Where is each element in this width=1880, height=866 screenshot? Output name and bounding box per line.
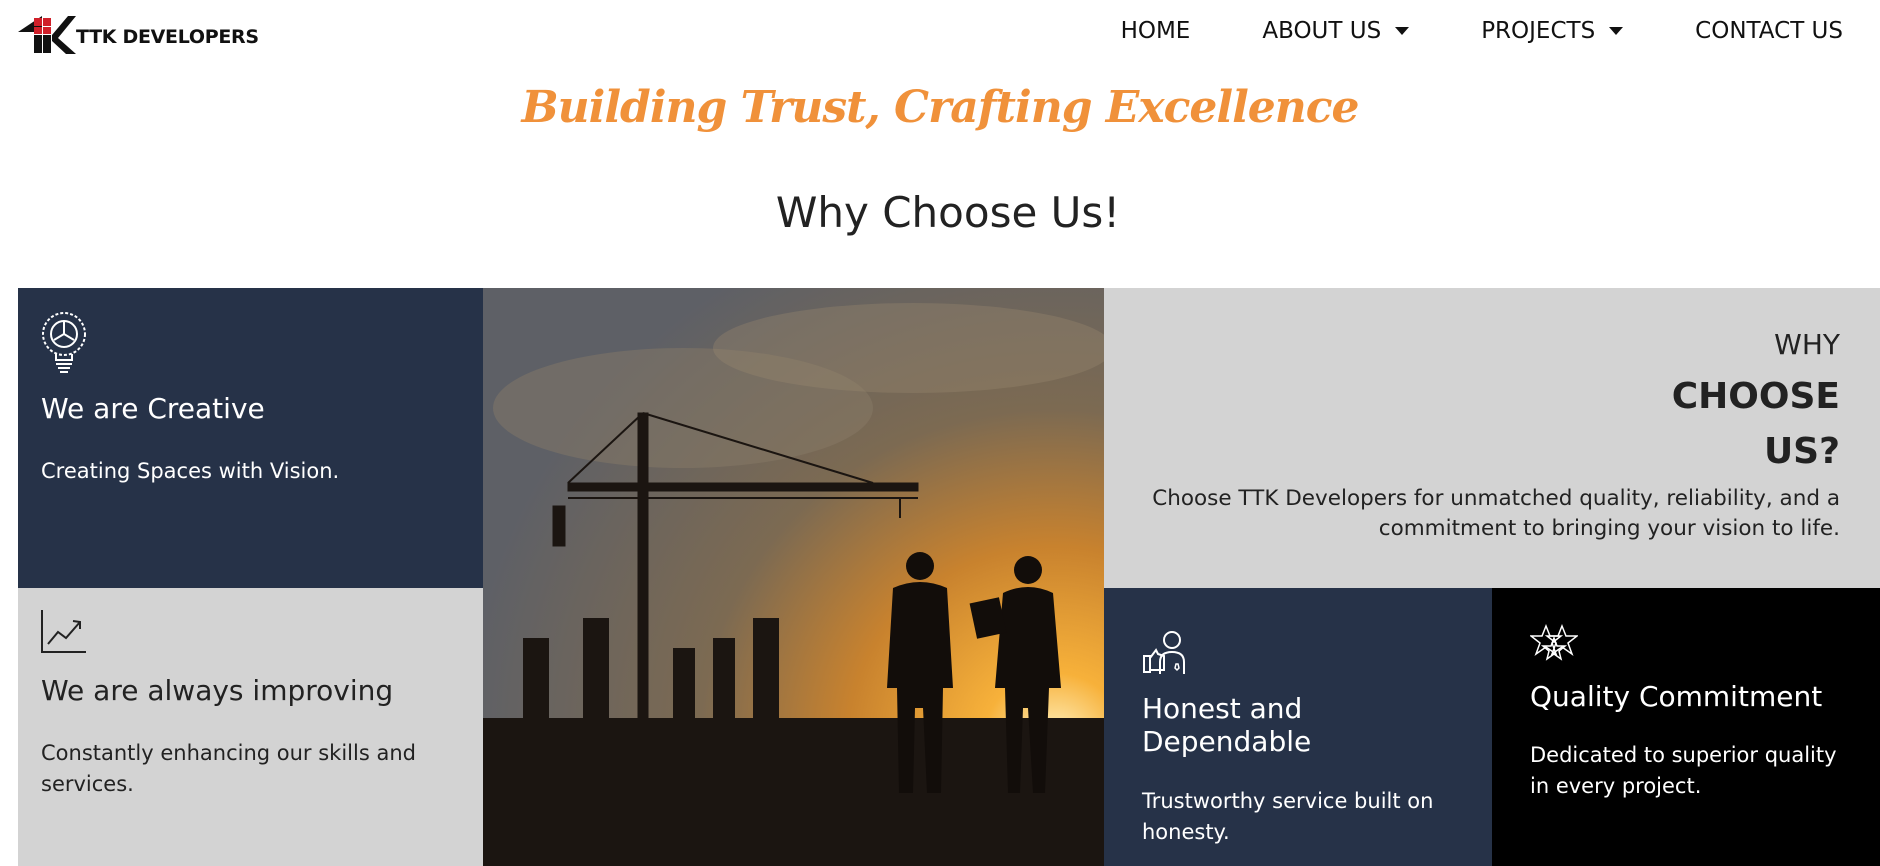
card-title: Honest and Dependable bbox=[1142, 692, 1312, 758]
nav-projects-dropdown[interactable]: PROJECTS bbox=[1481, 18, 1624, 44]
growth-chart-icon bbox=[41, 610, 86, 653]
card-text: Creating Spaces with Vision. bbox=[41, 459, 340, 483]
why-heading-line1: CHOOSE bbox=[1671, 376, 1840, 417]
card-text: Trustworthy service built on honesty. bbox=[1142, 789, 1434, 844]
nav-contact[interactable]: CONTACT US bbox=[1695, 18, 1843, 44]
nav-about-dropdown[interactable]: ABOUT US bbox=[1262, 18, 1410, 44]
card-title: Quality Commitment bbox=[1530, 680, 1823, 713]
lightbulb-icon bbox=[42, 312, 86, 373]
tagline: Building Trust, Crafting Excellence bbox=[521, 82, 1359, 133]
nav-projects-label: PROJECTS bbox=[1481, 18, 1596, 44]
why-description: Choose TTK Developers for unmatched qual… bbox=[1152, 486, 1840, 541]
card-improving: We are always improving Constantly enhan… bbox=[18, 588, 483, 866]
caret-down-icon bbox=[1609, 27, 1624, 35]
stars-icon bbox=[1530, 624, 1578, 661]
handshake-person-icon bbox=[1143, 631, 1185, 674]
card-text: Constantly enhancing our skills and serv… bbox=[41, 741, 416, 796]
construction-sunset-image bbox=[483, 288, 1104, 866]
why-choose-panel: WHY CHOOSE US? Choose TTK Developers for… bbox=[1104, 288, 1880, 588]
card-creative: We are Creative Creating Spaces with Vis… bbox=[18, 288, 483, 588]
section-title: Why Choose Us! bbox=[775, 188, 1121, 237]
caret-down-icon bbox=[1395, 27, 1410, 35]
card-quality: Quality Commitment Dedicated to superior… bbox=[1492, 588, 1880, 866]
card-text: Dedicated to superior quality in every p… bbox=[1530, 743, 1837, 798]
card-honest: Honest and Dependable Trustworthy servic… bbox=[1104, 588, 1492, 866]
nav-menu: HOME ABOUT US PROJECTS CONTACT US bbox=[1049, 18, 1843, 44]
why-heading-small: WHY bbox=[1774, 328, 1840, 361]
nav-home[interactable]: HOME bbox=[1121, 18, 1191, 44]
nav-home-label: HOME bbox=[1120, 18, 1191, 44]
brand-link[interactable]: TTK DEVELOPERS bbox=[18, 16, 259, 54]
construction-photo bbox=[483, 288, 1104, 866]
ttk-logo-icon bbox=[18, 16, 76, 54]
card-title: We are always improving bbox=[41, 674, 394, 707]
navbar: TTK DEVELOPERS HOME ABOUT US PROJECTS CO… bbox=[0, 0, 1880, 70]
nav-contact-label: CONTACT US bbox=[1695, 18, 1843, 44]
brand-name: TTK DEVELOPERS bbox=[76, 26, 259, 48]
why-heading-line2: US? bbox=[1763, 431, 1840, 472]
nav-about-label: ABOUT US bbox=[1262, 18, 1382, 44]
card-title: We are Creative bbox=[41, 392, 265, 425]
